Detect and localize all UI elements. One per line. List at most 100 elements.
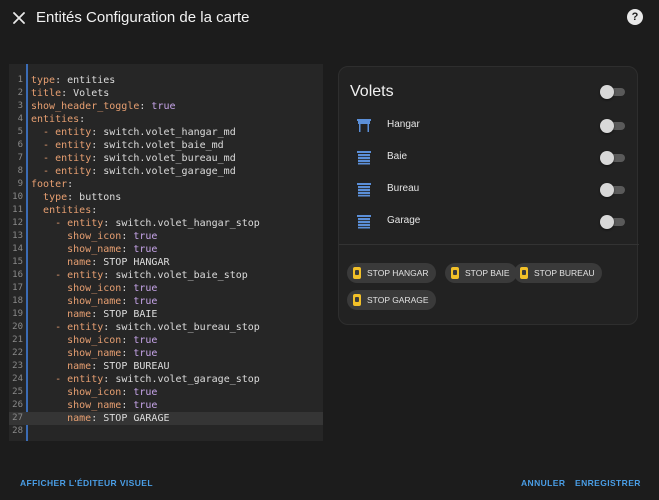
code-line[interactable]: 5 - entity: switch.volet_hangar_md: [9, 126, 323, 139]
line-number: 10: [12, 192, 23, 202]
code-line[interactable]: 16 - entity: switch.volet_baie_stop: [9, 269, 323, 282]
code-line[interactable]: 7 - entity: switch.volet_bureau_md: [9, 152, 323, 165]
code-text: type: entities: [31, 75, 116, 86]
entity-row-garage[interactable]: Garage: [339, 211, 639, 233]
code-text: entities:: [43, 205, 98, 216]
toggle-knob: [600, 215, 614, 229]
line-number: 18: [12, 296, 23, 306]
code-text: - entity: switch.volet_bureau_md: [43, 153, 236, 164]
code-text: show_name: true: [67, 244, 158, 255]
stop-button-label: STOP BUREAU: [534, 268, 595, 278]
code-text: show_name: true: [67, 400, 158, 411]
garage-stop-icon: [520, 267, 528, 279]
stop-button-stop-baie[interactable]: STOP BAIE: [445, 263, 517, 283]
entity-row-bureau[interactable]: Bureau: [339, 179, 639, 201]
dialog-header: Entités Configuration de la carte ?: [0, 0, 659, 38]
show-visual-editor-button[interactable]: AFFICHER L'ÉDITEUR VISUEL: [20, 478, 153, 488]
stop-button-stop-hangar[interactable]: STOP HANGAR: [347, 263, 436, 283]
line-number: 7: [17, 153, 23, 163]
code-text: - entity: switch.volet_bureau_stop: [55, 322, 260, 333]
entity-toggle[interactable]: [600, 119, 626, 133]
stop-button-stop-garage[interactable]: STOP GARAGE: [347, 290, 436, 310]
line-number: 24: [12, 374, 23, 384]
entity-row-hangar[interactable]: Hangar: [339, 115, 639, 137]
line-number: 20: [12, 322, 23, 332]
code-line[interactable]: 20 - entity: switch.volet_bureau_stop: [9, 321, 323, 334]
code-text: show_name: true: [67, 348, 158, 359]
code-text: show_icon: true: [67, 283, 158, 294]
close-icon: [13, 12, 25, 24]
code-line[interactable]: 11 entities:: [9, 204, 323, 217]
code-text: - entity: switch.volet_garage_md: [43, 166, 236, 177]
code-line[interactable]: 4 entities:: [9, 113, 323, 126]
stop-button-label: STOP HANGAR: [367, 268, 429, 278]
code-line[interactable]: 13 show_icon: true: [9, 230, 323, 243]
card-title: Volets: [350, 83, 394, 100]
code-text: name: STOP BUREAU: [67, 361, 170, 372]
line-number: 19: [12, 309, 23, 319]
line-number: 23: [12, 361, 23, 371]
line-number: 25: [12, 387, 23, 397]
toggle-knob: [600, 85, 614, 99]
code-line[interactable]: 1 type: entities: [9, 74, 323, 87]
code-text: - entity: switch.volet_baie_md: [43, 140, 224, 151]
entity-toggle[interactable]: [600, 183, 626, 197]
close-button[interactable]: [8, 7, 30, 29]
line-number: 4: [17, 114, 23, 124]
code-line[interactable]: 14 show_name: true: [9, 243, 323, 256]
card-divider: [339, 244, 639, 245]
code-line[interactable]: 15 name: STOP HANGAR: [9, 256, 323, 269]
code-line[interactable]: 26 show_name: true: [9, 399, 323, 412]
code-line[interactable]: 10 type: buttons: [9, 191, 323, 204]
line-number: 21: [12, 335, 23, 345]
entity-row-baie[interactable]: Baie: [339, 147, 639, 169]
line-number: 16: [12, 270, 23, 280]
code-text: show_header_toggle: true: [31, 101, 176, 112]
code-text: show_icon: true: [67, 231, 158, 242]
code-text: show_name: true: [67, 296, 158, 307]
code-line[interactable]: 17 show_icon: true: [9, 282, 323, 295]
code-line[interactable]: 28: [9, 425, 323, 438]
code-line[interactable]: 27 name: STOP GARAGE: [9, 412, 323, 425]
entity-toggle[interactable]: [600, 151, 626, 165]
code-line[interactable]: 24 - entity: switch.volet_garage_stop: [9, 373, 323, 386]
toggle-knob: [600, 183, 614, 197]
code-text: - entity: switch.volet_baie_stop: [55, 270, 248, 281]
line-number: 3: [17, 101, 23, 111]
shutter-closed-icon: [357, 183, 371, 197]
code-line[interactable]: 22 show_name: true: [9, 347, 323, 360]
code-line[interactable]: 21 show_icon: true: [9, 334, 323, 347]
code-line[interactable]: 25 show_icon: true: [9, 386, 323, 399]
line-number: 15: [12, 257, 23, 267]
code-line[interactable]: 18 show_name: true: [9, 295, 323, 308]
yaml-code-editor[interactable]: 1 type: entities 2 title: Volets 3 show_heade…: [9, 64, 323, 441]
code-line[interactable]: 8 - entity: switch.volet_garage_md: [9, 165, 323, 178]
code-line[interactable]: 2 title: Volets: [9, 87, 323, 100]
toggle-knob: [600, 119, 614, 133]
stop-button-stop-bureau[interactable]: STOP BUREAU: [514, 263, 602, 283]
cancel-button[interactable]: ANNULER: [521, 478, 565, 488]
code-text: show_icon: true: [67, 335, 158, 346]
code-text: - entity: switch.volet_garage_stop: [55, 374, 260, 385]
code-line[interactable]: 3 show_header_toggle: true: [9, 100, 323, 113]
code-text: type: buttons: [43, 192, 122, 203]
code-line[interactable]: 19 name: STOP BAIE: [9, 308, 323, 321]
line-number: 22: [12, 348, 23, 358]
code-line[interactable]: 6 - entity: switch.volet_baie_md: [9, 139, 323, 152]
garage-stop-icon: [353, 267, 361, 279]
help-button[interactable]: ?: [627, 9, 643, 25]
code-text: title: Volets: [31, 88, 110, 99]
line-number: 13: [12, 231, 23, 241]
code-line[interactable]: 9 footer:: [9, 178, 323, 191]
stop-button-label: STOP BAIE: [465, 268, 510, 278]
entity-label: Bureau: [387, 183, 420, 194]
header-toggle[interactable]: [600, 85, 626, 99]
shutter-closed-icon: [357, 215, 371, 229]
code-line[interactable]: 23 name: STOP BUREAU: [9, 360, 323, 373]
save-button[interactable]: ENREGISTRER: [575, 478, 641, 488]
code-text: - entity: switch.volet_hangar_md: [43, 127, 236, 138]
code-line[interactable]: 12 - entity: switch.volet_hangar_stop: [9, 217, 323, 230]
entity-label: Hangar: [387, 119, 420, 130]
entity-toggle[interactable]: [600, 215, 626, 229]
dialog-title: Entités Configuration de la carte: [36, 9, 250, 26]
